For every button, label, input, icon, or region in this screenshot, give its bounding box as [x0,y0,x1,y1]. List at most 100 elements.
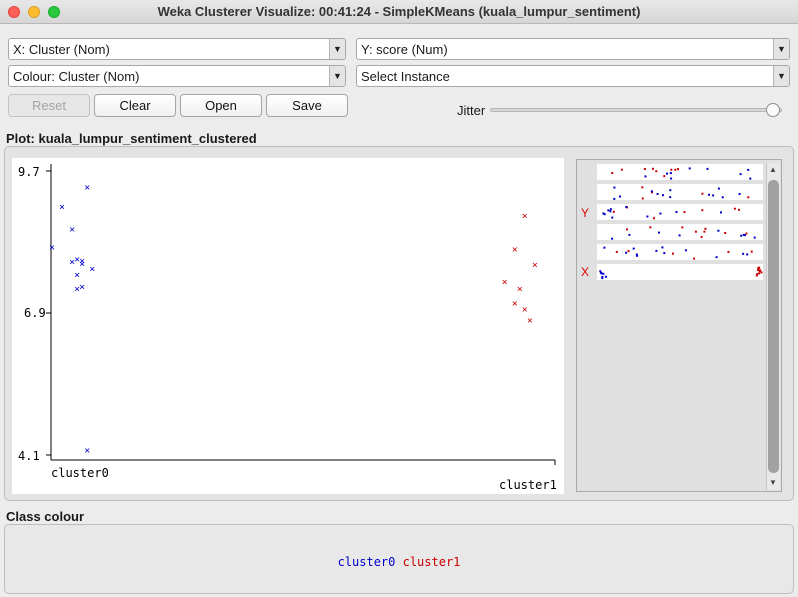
matrix-dot [603,246,606,249]
matrix-dot [625,206,628,208]
matrix-dot [603,213,606,216]
matrix-tile-0[interactable] [597,164,763,180]
matrix-dot [738,208,741,211]
matrix-dot [675,211,678,213]
class-colour-title: Class colour [6,509,85,524]
data-point-cluster1-4[interactable]: × [517,284,523,295]
matrix-dot [635,253,638,256]
matrix-tile-1[interactable] [597,184,763,200]
matrix-dot [750,250,753,253]
data-point-cluster0-1[interactable]: × [59,202,65,213]
data-point-cluster0-7[interactable]: × [79,256,85,267]
matrix-dot [655,170,658,173]
matrix-dot [611,237,614,240]
matrix-dot [641,186,644,189]
matrix-dot [677,168,679,171]
matrix-tile-2[interactable] [597,204,763,220]
matrix-dot [625,251,628,254]
scatter-plot[interactable]: 9.7 6.9 4.1 cluster0 cluster1 ××××××××××… [12,158,564,494]
matrix-dot [706,167,709,170]
data-point-cluster1-1[interactable]: × [512,245,518,256]
matrix-dot [738,193,741,195]
data-point-cluster0-9[interactable]: × [74,284,80,295]
matrix-dot [708,193,710,196]
attribute-matrix-panel [576,159,782,492]
x-tick-label-cluster1: cluster1 [499,478,557,492]
select-instance-select[interactable]: Select Instance ▼ [356,65,790,87]
matrix-dot [703,230,706,233]
y-axis-select[interactable]: Y: score (Num) ▼ [356,38,790,60]
matrix-dot [613,186,616,189]
chevron-down-icon: ▼ [773,66,789,86]
legend-item-cluster0[interactable]: cluster0 [338,555,396,569]
matrix-tile-5[interactable] [597,264,763,280]
matrix-dot [615,250,618,253]
y-tick-label-mid: 6.9 [24,306,46,320]
scatter-plot-area[interactable]: 9.7 6.9 4.1 cluster0 cluster1 × × × × × × × × × ×… [12,158,564,494]
matrix-dot [681,226,684,229]
matrix-dot [701,209,704,212]
matrix-tile-4[interactable] [597,244,763,260]
matrix-dot [672,252,674,255]
colour-select-value: Colour: Cluster (Nom) [13,69,140,84]
y-tick-label-bottom: 4.1 [18,449,40,463]
data-point-cluster1-3[interactable]: × [502,277,508,288]
matrix-dot [646,215,649,218]
matrix-tile-3[interactable] [597,224,763,240]
matrix-dot [649,226,652,229]
data-point-cluster1-6[interactable]: × [522,304,528,315]
matrix-dot [747,196,750,199]
matrix-dot [694,230,697,233]
title-bar: Weka Clusterer Visualize: 00:41:24 - Sim… [0,0,798,24]
data-point-cluster0-0[interactable]: × [49,243,55,254]
matrix-dot [745,232,748,235]
matrix-dot [659,212,662,215]
jitter-slider[interactable] [490,108,782,112]
data-point-cluster0-11[interactable]: × [89,264,95,275]
data-point-cluster0-10[interactable]: × [84,183,90,194]
matrix-dot [742,252,745,255]
matrix-dot [609,210,612,213]
select-instance-value: Select Instance [361,69,450,84]
y-axis-select-value: Y: score (Num) [361,42,448,57]
matrix-dot [717,229,720,232]
data-point-cluster0-4[interactable]: × [74,270,80,281]
save-button[interactable]: Save [266,94,348,117]
clear-button[interactable]: Clear [94,94,176,117]
colour-select[interactable]: Colour: Cluster (Nom) ▼ [8,65,346,87]
matrix-dot [653,217,655,220]
data-point-cluster0-12[interactable]: × [84,445,90,456]
matrix-dot [712,194,715,197]
matrix-scrollbar-thumb[interactable] [768,180,779,473]
scroll-down-icon[interactable]: ▼ [766,476,780,490]
matrix-dot [757,269,760,271]
matrix-dot [651,167,654,170]
data-point-cluster1-0[interactable]: × [522,211,528,222]
matrix-dot [749,177,752,180]
reset-button[interactable]: Reset [8,94,90,117]
matrix-dot [753,236,756,239]
jitter-slider-thumb[interactable] [766,103,781,117]
data-point-cluster1-2[interactable]: × [532,260,538,271]
open-button[interactable]: Open [180,94,262,117]
matrix-dot [669,172,672,175]
data-point-cluster1-5[interactable]: × [512,298,518,309]
matrix-dot [717,187,720,190]
x-axis-select[interactable]: X: Cluster (Nom) ▼ [8,38,346,60]
jitter-label: Jitter [457,103,486,118]
attribute-matrix[interactable] [577,160,783,493]
matrix-dot [739,173,742,176]
matrix-dot [700,236,703,238]
matrix-dot [628,233,631,236]
matrix-dot [627,250,630,253]
x-axis-indicator: X [581,265,590,279]
data-point-cluster1-7[interactable]: × [527,316,533,327]
data-point-cluster0-2[interactable]: × [69,224,75,235]
legend-item-cluster1[interactable]: cluster1 [403,555,461,569]
matrix-dot [650,190,653,193]
scroll-up-icon[interactable]: ▲ [766,163,780,177]
matrix-dot [756,273,759,275]
matrix-dot [611,216,614,219]
matrix-dot [612,210,615,213]
class-colour-legend: cluster0 cluster1 [0,555,798,569]
